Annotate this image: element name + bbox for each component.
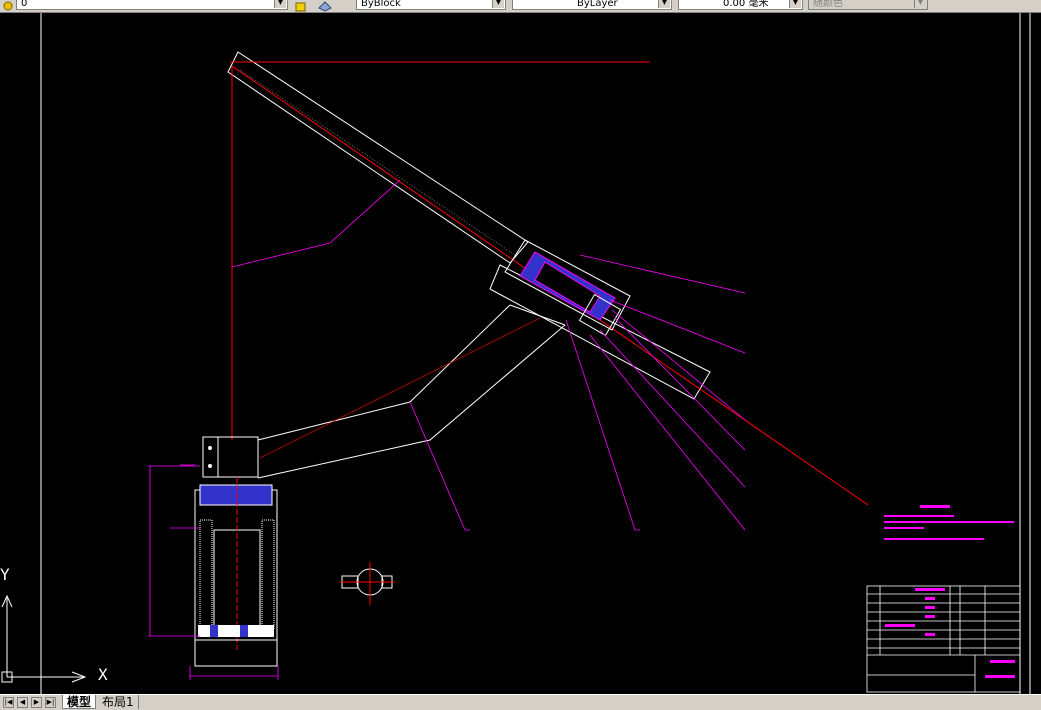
- lower-arm: [257, 304, 566, 479]
- tab-model[interactable]: 模型: [62, 695, 97, 709]
- layout-tabbar: |◀ ◀ ▶ ▶| 模型 布局1: [0, 694, 1041, 710]
- chevron-down-icon: ▼: [914, 0, 926, 8]
- lower-arm-centerline: [259, 317, 541, 459]
- layer-dropdown[interactable]: 0 ▼: [16, 0, 288, 10]
- tab-layout1[interactable]: 布局1: [98, 695, 139, 709]
- section-aa-detail: [340, 562, 395, 605]
- layer-state-icon[interactable]: [2, 0, 14, 11]
- column-base: [194, 436, 278, 667]
- ucs-icon: [1, 594, 87, 683]
- upper-arm-hatch: [239, 69, 516, 256]
- lineweight-dropdown[interactable]: 0.00 毫米 ▼: [678, 0, 803, 10]
- leader-lines: [231, 179, 746, 531]
- color-value: ByBlock: [361, 0, 401, 9]
- cad-drawing: [1, 13, 1031, 694]
- lineweight-value: 0.00 毫米: [723, 0, 769, 9]
- chevron-down-icon: ▼: [658, 0, 670, 8]
- nav-first-icon[interactable]: |◀: [3, 697, 14, 708]
- chevron-down-icon: ▼: [274, 0, 286, 8]
- properties-toolbar: 0 ▼ ByBlock ▼ ByLayer ▼ 0.00 毫米 ▼ 随颜色 ▼: [0, 0, 1041, 13]
- nav-last-icon[interactable]: ▶|: [45, 697, 56, 708]
- chevron-down-icon: ▼: [492, 0, 504, 8]
- linetype-value: ByLayer: [577, 0, 618, 9]
- layer-previous-icon[interactable]: [318, 0, 332, 12]
- linetype-dropdown[interactable]: ByLayer ▼: [512, 0, 672, 10]
- ucs-y-label: Y: [0, 565, 10, 584]
- drawing-canvas[interactable]: Y X: [0, 13, 1041, 694]
- ucs-x-label: X: [98, 665, 108, 684]
- plotstyle-value: 随颜色: [813, 0, 843, 9]
- plotstyle-dropdown[interactable]: 随颜色 ▼: [808, 0, 928, 10]
- chevron-down-icon: ▼: [789, 0, 801, 8]
- layer-manager-icon[interactable]: [295, 0, 307, 12]
- upper-arm: [227, 51, 711, 400]
- layer-value: 0: [21, 0, 28, 9]
- color-dropdown[interactable]: ByBlock ▼: [356, 0, 506, 10]
- technical-notes: [884, 505, 1014, 540]
- nav-prev-icon[interactable]: ◀: [17, 697, 28, 708]
- nav-next-icon[interactable]: ▶: [31, 697, 42, 708]
